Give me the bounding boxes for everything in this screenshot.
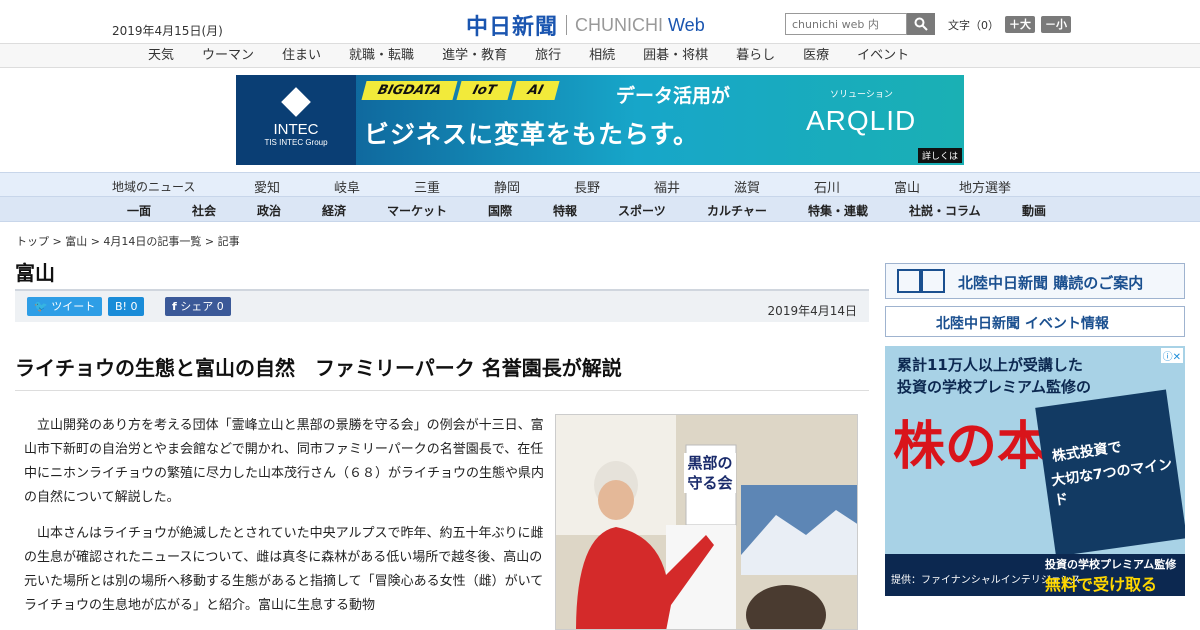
main-nav-item[interactable]: 政治 (257, 202, 281, 219)
font-size-label: 文字（0） (948, 18, 999, 32)
regional-nav-item[interactable]: 福井 (654, 177, 680, 196)
logo-kanji: 中日新聞 (466, 15, 559, 40)
main-nav-item[interactable]: カルチャー (707, 202, 767, 219)
book-icon (897, 269, 945, 293)
main-nav: 一面 社会 政治 経済 マーケット 国際 特報 スポーツ カルチャー 特集・連載… (0, 197, 1200, 222)
logo-web: Web (668, 14, 705, 35)
category-nav-item[interactable]: イベント (857, 44, 909, 67)
hatena-button[interactable]: B! 0 (108, 297, 145, 316)
ad-brand: INTEC TIS INTEC Group (236, 75, 356, 165)
regional-nav-item[interactable]: 滋賀 (734, 177, 760, 196)
article-headline: ライチョウの生態と富山の自然 ファミリーパーク 名誉園長が解説 (15, 356, 622, 380)
tweet-label: ツイート (51, 300, 96, 313)
regional-nav-item[interactable]: 愛知 (254, 177, 280, 196)
tweet-button[interactable]: 🐦 ツイート (27, 297, 103, 316)
regional-nav: 地域のニュース 愛知 岐阜 三重 静岡 長野 福井 滋賀 石川 富山 地方選挙 (0, 172, 1200, 197)
regional-nav-item[interactable]: 地方選挙 (959, 177, 1011, 196)
facebook-share-button[interactable]: f シェア 0 (165, 297, 231, 316)
category-nav-item[interactable]: 進学・教育 (442, 44, 507, 67)
search-icon (914, 17, 928, 31)
ad-line2: ビジネスに変革をもたらす。 (364, 120, 700, 149)
event-info-label: 北陸中日新聞 イベント情報 (936, 316, 1109, 332)
ad-solution-label: ソリューション (830, 90, 893, 100)
photo-sign: 黒部の守る会 (684, 453, 736, 493)
subscribe-link[interactable]: 北陸中日新聞 購読のご案内 (885, 263, 1185, 299)
category-nav-item[interactable]: 相続 (589, 44, 615, 67)
ad-tag: AI (511, 81, 560, 100)
main-nav-item[interactable]: 経済 (322, 202, 346, 219)
ad-brand-name: INTEC (273, 121, 319, 138)
current-date: 2019年4月15日(月) (112, 24, 223, 38)
font-larger-button[interactable]: ＋大 (1005, 16, 1035, 33)
search-box (785, 13, 935, 35)
article-paragraph: 立山開発のあり方を考える団体「霊峰立山と黒部の景勝を守る会」の例会が十三日、富山… (24, 418, 545, 505)
regional-nav-item[interactable]: 岐阜 (334, 177, 360, 196)
article-body: 立山開発のあり方を考える団体「霊峰立山と黒部の景勝を守る会」の例会が十三日、富山… (24, 414, 544, 630)
category-nav-item[interactable]: 旅行 (535, 44, 561, 67)
main-nav-item[interactable]: 一面 (127, 202, 151, 219)
main-nav-item[interactable]: 特集・連載 (808, 202, 868, 219)
main-nav-item[interactable]: スポーツ (618, 202, 666, 219)
ad-product: ARQLID (806, 105, 917, 136)
facebook-icon: f (172, 300, 177, 313)
category-nav-item[interactable]: 住まい (282, 44, 321, 67)
category-nav-item[interactable]: 暮らし (736, 44, 775, 67)
ad-more-link[interactable]: 詳しくは (917, 148, 962, 163)
ad-tag: IoT (456, 81, 513, 100)
search-button[interactable] (907, 13, 935, 35)
category-nav-item[interactable]: 医療 (803, 44, 829, 67)
intec-logo-icon (281, 87, 311, 117)
sidebar-ad-footer-line1: 投資の学校プレミアム監修 (1045, 558, 1177, 571)
share-bar: 🐦 ツイート B! 0 f シェア 0 2019年4月14日 (15, 289, 869, 322)
sidebar-ad[interactable]: 累計11万人以上が受講した 投資の学校プレミアム監修の 株の本 株式投資で 大切… (885, 346, 1185, 596)
regional-nav-item[interactable]: 静岡 (494, 177, 520, 196)
breadcrumb[interactable]: トップ > 富山 > 4月14日の記事一覧 > 記事 (16, 233, 240, 249)
article-photo[interactable]: 黒部の守る会 (555, 414, 858, 630)
search-input[interactable] (785, 13, 907, 35)
photo-illustration (556, 415, 857, 629)
main-nav-item[interactable]: 特報 (553, 202, 577, 219)
twitter-icon: 🐦 (34, 300, 48, 313)
main-nav-item[interactable]: 国際 (488, 202, 512, 219)
category-nav-item[interactable]: 就職・転職 (349, 44, 414, 67)
regional-nav-item[interactable]: 長野 (574, 177, 600, 196)
category-nav-item[interactable]: ウーマン (202, 44, 254, 67)
headline-divider (15, 390, 869, 391)
sidebar-ad-line2: 投資の学校プレミアム監修の (897, 378, 1091, 396)
main-nav-item[interactable]: マーケット (387, 202, 447, 219)
header: 2019年4月15日(月) 中日新聞 CHUNICHI Web 文字（0） ＋大… (0, 0, 1200, 43)
logo-english: CHUNICHI (575, 14, 664, 35)
sidebar-ad-cta[interactable]: 無料で受け取る (1045, 571, 1157, 595)
regional-nav-item[interactable]: 石川 (814, 177, 840, 196)
regional-nav-label: 地域のニュース (112, 180, 196, 194)
banner-ad[interactable]: INTEC TIS INTEC Group BIGDATA IoT AI データ… (236, 75, 964, 165)
font-size-controls: 文字（0） ＋大 －小 (948, 16, 1071, 33)
sidebar-ad-title: 株の本 (893, 417, 1050, 477)
ad-tag: BIGDATA (361, 81, 458, 100)
sidebar-ad-line1: 累計11万人以上が受講した (897, 356, 1083, 374)
sidebar-ad-book: 株式投資で 大切な7つのマインド (1035, 389, 1185, 557)
font-smaller-button[interactable]: －小 (1041, 16, 1071, 33)
publish-date: 2019年4月14日 (767, 304, 857, 318)
logo-divider (566, 15, 568, 35)
facebook-share-label: シェア 0 (180, 300, 224, 313)
site-logo[interactable]: 中日新聞 CHUNICHI Web (466, 9, 705, 41)
event-info-link[interactable]: 北陸中日新聞 イベント情報 (885, 306, 1185, 337)
main-nav-item[interactable]: 動画 (1022, 202, 1046, 219)
regional-nav-item[interactable]: 富山 (894, 177, 920, 196)
category-nav-item[interactable]: 囲碁・将棋 (643, 44, 708, 67)
main-nav-item[interactable]: 社説・コラム (909, 202, 981, 219)
ad-tags: BIGDATA IoT AI (361, 81, 561, 100)
category-nav: 天気 ウーマン 住まい 就職・転職 進学・教育 旅行 相続 囲碁・将棋 暮らし … (0, 43, 1200, 68)
section-title: 富山 (15, 261, 55, 285)
category-nav-item[interactable]: 天気 (148, 44, 174, 67)
ad-close-icon[interactable]: ⓘ✕ (1160, 348, 1183, 363)
main-nav-item[interactable]: 社会 (192, 202, 216, 219)
ad-brand-sub: TIS INTEC Group (264, 138, 328, 147)
article-paragraph: 山本さんはライチョウが絶滅したとされていた中央アルプスで昨年、約五十年ぶりに雌の… (24, 526, 544, 613)
subscribe-label: 北陸中日新聞 購読のご案内 (958, 274, 1144, 292)
regional-nav-item[interactable]: 三重 (414, 177, 440, 196)
ad-line1: データ活用が (616, 85, 731, 107)
